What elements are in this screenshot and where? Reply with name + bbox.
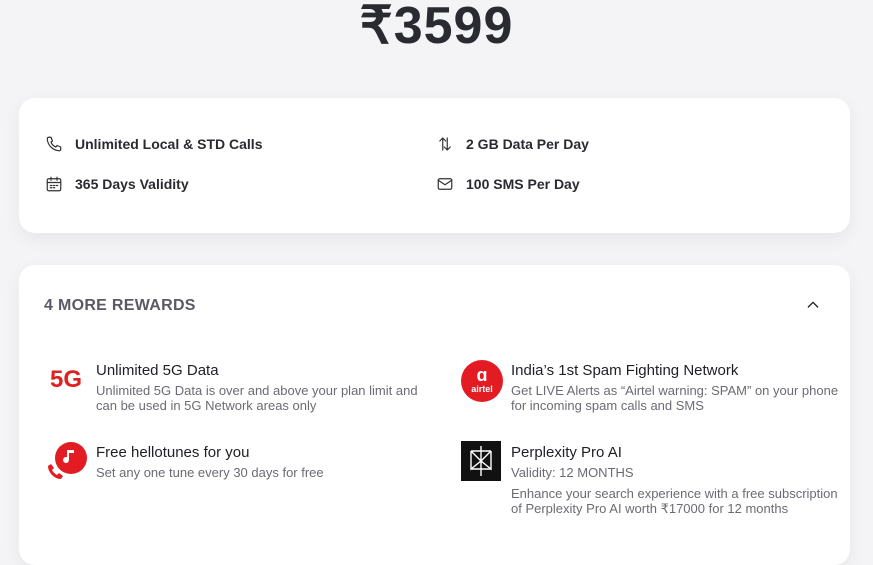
reward-title: Unlimited 5G Data <box>96 362 219 379</box>
phone-icon <box>45 135 63 153</box>
benefit-calls: Unlimited Local & STD Calls <box>45 135 262 153</box>
reward-item: Perplexity Pro AI Validity: 12 MONTHS En… <box>511 444 851 516</box>
reward-desc: Validity: 12 MONTHS <box>511 465 634 480</box>
rewards-header[interactable]: 4 MORE REWARDS <box>44 297 196 315</box>
chevron-up-icon[interactable] <box>805 297 821 313</box>
reward-title: India’s 1st Spam Fighting Network <box>511 362 739 379</box>
reward-title: Free hellotunes for you <box>96 444 250 461</box>
plan-price: ₹3599 <box>359 0 514 55</box>
benefit-data: 2 GB Data Per Day <box>436 135 589 153</box>
airtel-logo-icon: ɑ airtel <box>461 360 503 402</box>
data-arrows-icon <box>436 135 454 153</box>
reward-desc: Set any one tune every 30 days for free <box>96 465 324 480</box>
benefit-label: 100 SMS Per Day <box>466 176 580 192</box>
benefit-label: 2 GB Data Per Day <box>466 136 589 152</box>
calendar-icon <box>45 175 63 193</box>
reward-item: Unlimited 5G Data Unlimited 5G Data is o… <box>96 362 436 413</box>
perplexity-logo-icon <box>461 441 501 481</box>
reward-title: Perplexity Pro AI <box>511 444 622 461</box>
benefit-sms: 100 SMS Per Day <box>436 175 580 193</box>
rewards-card: 4 MORE REWARDS 5G Unlimited 5G Data Unli… <box>19 265 850 565</box>
5g-icon: 5G <box>50 366 83 393</box>
reward-item: India’s 1st Spam Fighting Network Get LI… <box>511 362 851 413</box>
reward-desc-extra: Enhance your search experience with a fr… <box>511 486 838 516</box>
mail-icon <box>436 175 454 193</box>
benefit-label: 365 Days Validity <box>75 176 189 192</box>
benefit-label: Unlimited Local & STD Calls <box>75 136 263 152</box>
hellotunes-icon <box>45 440 89 484</box>
reward-desc: Unlimited 5G Data is over and above your… <box>96 383 418 413</box>
benefit-validity: 365 Days Validity <box>45 175 189 193</box>
benefits-card: Unlimited Local & STD Calls 2 GB Data Pe… <box>19 98 850 233</box>
reward-item: Free hellotunes for you Set any one tune… <box>96 444 436 480</box>
reward-desc: Get LIVE Alerts as “Airtel warning: SPAM… <box>511 383 839 413</box>
